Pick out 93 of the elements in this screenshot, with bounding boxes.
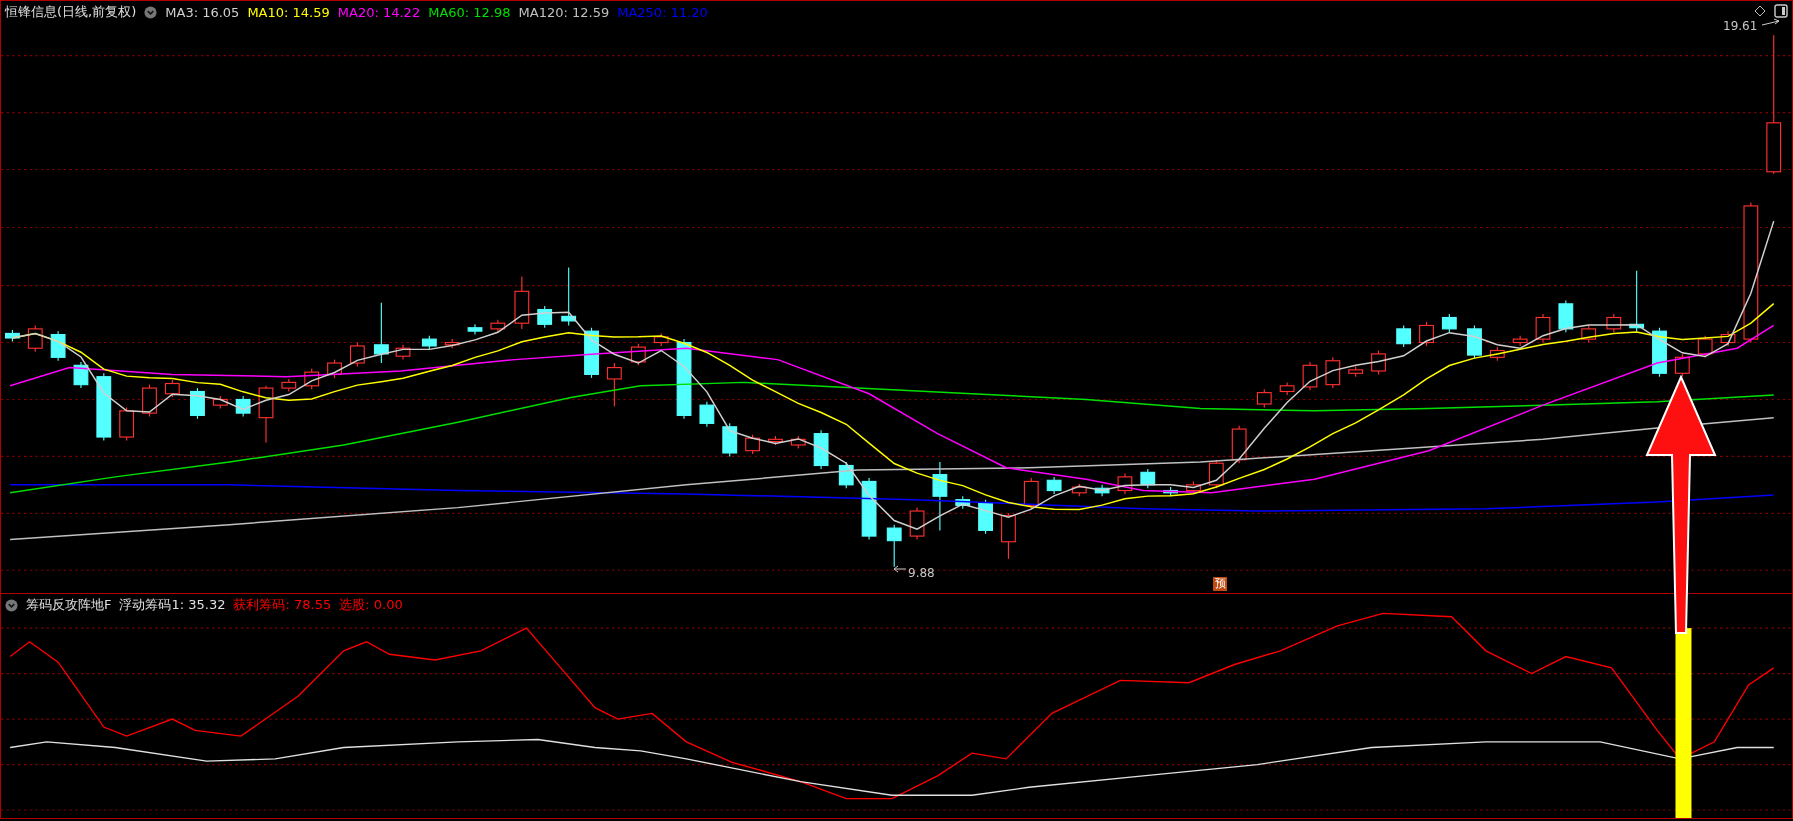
candlestick xyxy=(258,385,274,444)
candlestick xyxy=(1046,476,1062,495)
candlestick xyxy=(467,323,483,336)
candlestick xyxy=(281,378,297,393)
candlestick xyxy=(1581,324,1597,344)
candlestick xyxy=(1001,512,1016,560)
dropdown-icon[interactable] xyxy=(5,598,18,612)
indicator-value: 获利筹码: 78.55 xyxy=(233,596,332,614)
candlestick xyxy=(27,324,43,353)
panel-toggle-icon[interactable] xyxy=(1774,4,1788,18)
candlestick xyxy=(1535,313,1551,344)
candlestick xyxy=(1231,425,1247,464)
candlestick xyxy=(1208,459,1224,489)
candlestick xyxy=(1652,327,1667,378)
candlestick xyxy=(745,434,760,455)
candlestick xyxy=(1467,324,1482,360)
candlestick xyxy=(1371,349,1386,375)
moving-average-value: MA20: 14.22 xyxy=(337,4,421,20)
moving-average-value: MA60: 12.98 xyxy=(428,4,511,20)
candlestick xyxy=(73,361,89,389)
candlestick xyxy=(537,305,553,329)
candlestick xyxy=(978,499,994,535)
dropdown-icon[interactable] xyxy=(144,5,158,19)
candlestick xyxy=(1023,477,1039,510)
candlestick xyxy=(722,422,738,457)
candlestick xyxy=(514,275,530,330)
pointer-arrow-icon xyxy=(893,565,907,573)
moving-average-value: MA3: 16.05 xyxy=(165,4,240,20)
diamond-icon[interactable] xyxy=(1754,5,1766,17)
moving-average-value: MA10: 14.59 xyxy=(247,4,330,20)
candlestick xyxy=(1396,324,1412,348)
candlestick xyxy=(1512,335,1528,347)
candlestick xyxy=(327,359,342,379)
candlestick xyxy=(561,266,577,327)
candlestick xyxy=(1163,486,1179,497)
candlestick xyxy=(304,368,320,390)
candlestick xyxy=(1094,484,1110,497)
candlestick xyxy=(444,338,460,349)
moving-average-value: MA250: 11.20 xyxy=(617,4,708,20)
candlestick xyxy=(1674,353,1690,378)
candlestick xyxy=(1256,388,1272,408)
candlestick xyxy=(1606,313,1622,333)
candlestick xyxy=(932,461,948,531)
candlestick xyxy=(909,507,925,541)
candlestick xyxy=(955,495,971,510)
pointer-arrow-icon xyxy=(1761,15,1781,29)
candlestick xyxy=(421,335,437,350)
candlestick xyxy=(886,524,902,568)
candlestick xyxy=(1279,381,1295,396)
candlestick xyxy=(142,384,157,418)
indicator-value: 选股: 0.00 xyxy=(339,596,403,614)
candlestick xyxy=(768,435,783,446)
candlestick xyxy=(50,330,66,362)
low-price-label: 9.88 xyxy=(908,566,935,580)
candlestick xyxy=(373,302,389,364)
candlestick xyxy=(1325,356,1341,389)
candlestick xyxy=(1441,313,1457,333)
stock-title: 恒锋信息(日线,前复权) xyxy=(5,3,137,21)
candlestick xyxy=(606,362,622,407)
candlestick xyxy=(1348,365,1364,378)
candlestick xyxy=(1140,468,1156,489)
candlestick xyxy=(1489,346,1505,362)
indicator-value: 浮动筹码1: 35.32 xyxy=(119,596,226,614)
candlestick xyxy=(790,435,806,449)
candlestick xyxy=(1629,270,1645,332)
candlestick xyxy=(164,379,180,398)
candlestick xyxy=(1302,361,1318,391)
candlestick xyxy=(1419,321,1434,347)
candlestick xyxy=(630,343,646,366)
candlestick xyxy=(1697,335,1713,358)
candlestick xyxy=(1558,299,1574,333)
candlestick xyxy=(235,395,251,418)
candlestick xyxy=(1720,330,1736,347)
candlestick xyxy=(212,395,228,410)
candlestick xyxy=(119,406,135,441)
candlestick xyxy=(190,387,205,420)
moving-average-value: MA120: 12.59 xyxy=(518,4,610,20)
candlestick xyxy=(395,344,411,361)
high-price-label: 19.61 xyxy=(1723,19,1758,33)
candlestick xyxy=(584,327,599,379)
forecast-marker: 预 xyxy=(1213,577,1227,591)
candlestick xyxy=(861,477,877,541)
candlestick xyxy=(699,401,715,428)
candlestick xyxy=(490,319,506,333)
candlestick xyxy=(1071,483,1087,497)
candlestick xyxy=(653,332,669,347)
candlestick xyxy=(1117,472,1133,495)
candlestick xyxy=(349,341,365,367)
candlestick xyxy=(838,461,854,489)
indicator-title: 筹码反攻阵地F xyxy=(26,596,112,614)
candlestick xyxy=(96,372,112,441)
candlestick xyxy=(813,429,829,470)
candlestick xyxy=(5,329,20,342)
